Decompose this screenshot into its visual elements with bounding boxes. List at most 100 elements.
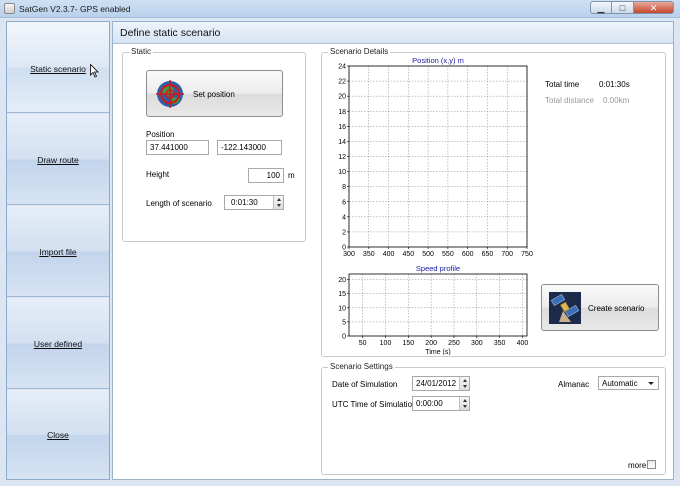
total-distance-label: Total distance <box>545 96 594 105</box>
scenario-settings-title: Scenario Settings <box>328 362 395 371</box>
y-tick-label: 16 <box>338 124 346 131</box>
x-tick-label: 700 <box>501 251 513 258</box>
crosshair-target-icon <box>156 80 184 108</box>
set-position-button[interactable]: Set position <box>146 70 283 117</box>
y-tick-label: 6 <box>342 199 346 206</box>
y-tick-label: 8 <box>342 184 346 191</box>
sidebar-item-draw-route[interactable]: Draw route <box>7 114 109 205</box>
date-of-simulation-value: 24/01/2012 <box>416 379 457 388</box>
y-tick-label: 22 <box>338 79 346 86</box>
mouse-cursor-icon <box>90 64 99 78</box>
scenario-settings-group: Scenario Settings Date of Simulation 24/… <box>321 362 666 475</box>
y-tick-label: 10 <box>338 305 346 312</box>
spin-arrows-icon[interactable] <box>273 196 283 209</box>
page-title: Define static scenario <box>120 27 221 39</box>
x-tick-label: 350 <box>363 251 375 258</box>
sidebar-item-close[interactable]: Close <box>7 390 109 479</box>
almanac-select[interactable]: Automatic <box>598 376 659 390</box>
length-of-scenario-stepper[interactable]: 0:01:30 <box>224 195 284 210</box>
more-label: more <box>628 461 647 470</box>
x-axis-label: Time (s) <box>425 349 450 355</box>
position-label: Position <box>146 130 175 139</box>
sidebar-item-label: User defined <box>33 339 83 349</box>
utc-time-stepper[interactable]: 0:00:00 <box>412 396 470 411</box>
satellite-icon <box>549 292 581 324</box>
page-header: Define static scenario <box>113 22 673 44</box>
sidebar: Static scenario Draw route Import file U… <box>6 21 110 480</box>
y-tick-label: 15 <box>338 291 346 298</box>
sidebar-item-label: Import file <box>39 247 77 257</box>
longitude-input[interactable]: -122.143000 <box>217 140 282 155</box>
x-tick-label: 600 <box>462 251 474 258</box>
x-tick-label: 650 <box>482 251 494 258</box>
sidebar-item-import-file[interactable]: Import file <box>7 206 109 297</box>
x-tick-label: 550 <box>442 251 454 258</box>
window-controls: ▁ □ ✕ <box>590 1 674 15</box>
sidebar-item-label: Draw route <box>37 155 79 165</box>
x-tick-label: 400 <box>517 340 529 347</box>
speed-profile-chart: Speed profile 50 100 150 200 250 300 350 400 0 5 10… <box>338 264 529 355</box>
x-tick-label: 300 <box>343 251 355 258</box>
y-tick-label: 5 <box>342 319 346 326</box>
y-tick-label: 0 <box>342 245 346 252</box>
create-scenario-button[interactable]: Create scenario <box>541 284 659 331</box>
x-tick-label: 50 <box>359 340 367 347</box>
y-tick-label: 0 <box>342 334 346 341</box>
x-tick-label: 250 <box>448 340 460 347</box>
date-of-simulation-stepper[interactable]: 24/01/2012 <box>412 376 470 391</box>
y-tick-label: 14 <box>338 139 346 146</box>
almanac-selected-value: Automatic <box>602 379 638 388</box>
static-group-title: Static <box>129 47 154 56</box>
height-input[interactable]: 100 <box>248 168 284 183</box>
title-bar: SatGen V2.3.7- GPS enabled ▁ □ ✕ <box>0 0 680 18</box>
close-window-button[interactable]: ✕ <box>634 1 674 14</box>
maximize-button[interactable]: □ <box>612 1 634 14</box>
more-checkbox[interactable] <box>647 460 656 469</box>
utc-time-value: 0:00:00 <box>416 399 443 408</box>
window-title: SatGen V2.3.7- GPS enabled <box>19 4 131 14</box>
y-tick-label: 4 <box>342 214 346 221</box>
total-distance-value: 0.00km <box>603 96 630 105</box>
latitude-input[interactable]: 37.441000 <box>146 140 209 155</box>
spin-arrows-icon[interactable] <box>459 397 469 410</box>
x-tick-label: 450 <box>402 251 414 258</box>
total-time-value: 0:01:30s <box>599 80 630 89</box>
set-position-label: Set position <box>193 90 235 99</box>
x-tick-label: 750 <box>521 251 533 258</box>
y-tick-label: 20 <box>338 277 346 284</box>
plot-area <box>348 273 528 337</box>
utc-time-label: UTC Time of Simulation <box>332 400 417 409</box>
almanac-label: Almanac <box>558 380 590 389</box>
y-tick-label: 20 <box>338 94 346 101</box>
x-tick-label: 150 <box>402 340 414 347</box>
height-label: Height <box>146 170 170 179</box>
position-chart: Position (x,y) m 300 350 400 450 500 550 600 650… <box>338 56 533 258</box>
length-of-scenario-label: Length of scenario <box>146 199 212 208</box>
date-of-simulation-label: Date of Simulation <box>332 380 398 389</box>
chart-title: Position (x,y) m <box>412 56 464 65</box>
main-panel: Define static scenario Static Set positi… <box>112 21 674 480</box>
y-tick-label: 2 <box>342 229 346 236</box>
total-time-label: Total time <box>545 80 580 89</box>
app-icon <box>4 3 15 14</box>
sidebar-item-user-defined[interactable]: User defined <box>7 298 109 389</box>
close-icon: ✕ <box>649 3 658 13</box>
chevron-down-icon <box>648 382 654 385</box>
x-tick-label: 100 <box>380 340 392 347</box>
x-tick-label: 300 <box>471 340 483 347</box>
y-tick-label: 18 <box>338 109 346 116</box>
x-tick-label: 400 <box>383 251 395 258</box>
static-group: Static Set position Position 37.441000 -… <box>122 47 306 242</box>
minimize-button[interactable]: ▁ <box>590 1 612 14</box>
spin-arrows-icon[interactable] <box>459 377 469 390</box>
x-tick-label: 500 <box>422 251 434 258</box>
x-tick-label: 350 <box>494 340 506 347</box>
scenario-details-group: Scenario Details Position (x,y) m 300 350 4… <box>321 47 666 357</box>
y-tick-label: 12 <box>338 154 346 161</box>
chart-title: Speed profile <box>416 264 460 273</box>
maximize-icon: □ <box>619 3 626 13</box>
y-tick-label: 10 <box>338 169 346 176</box>
height-unit: m <box>288 171 295 180</box>
x-tick-label: 200 <box>425 340 437 347</box>
length-of-scenario-value: 0:01:30 <box>231 198 258 207</box>
